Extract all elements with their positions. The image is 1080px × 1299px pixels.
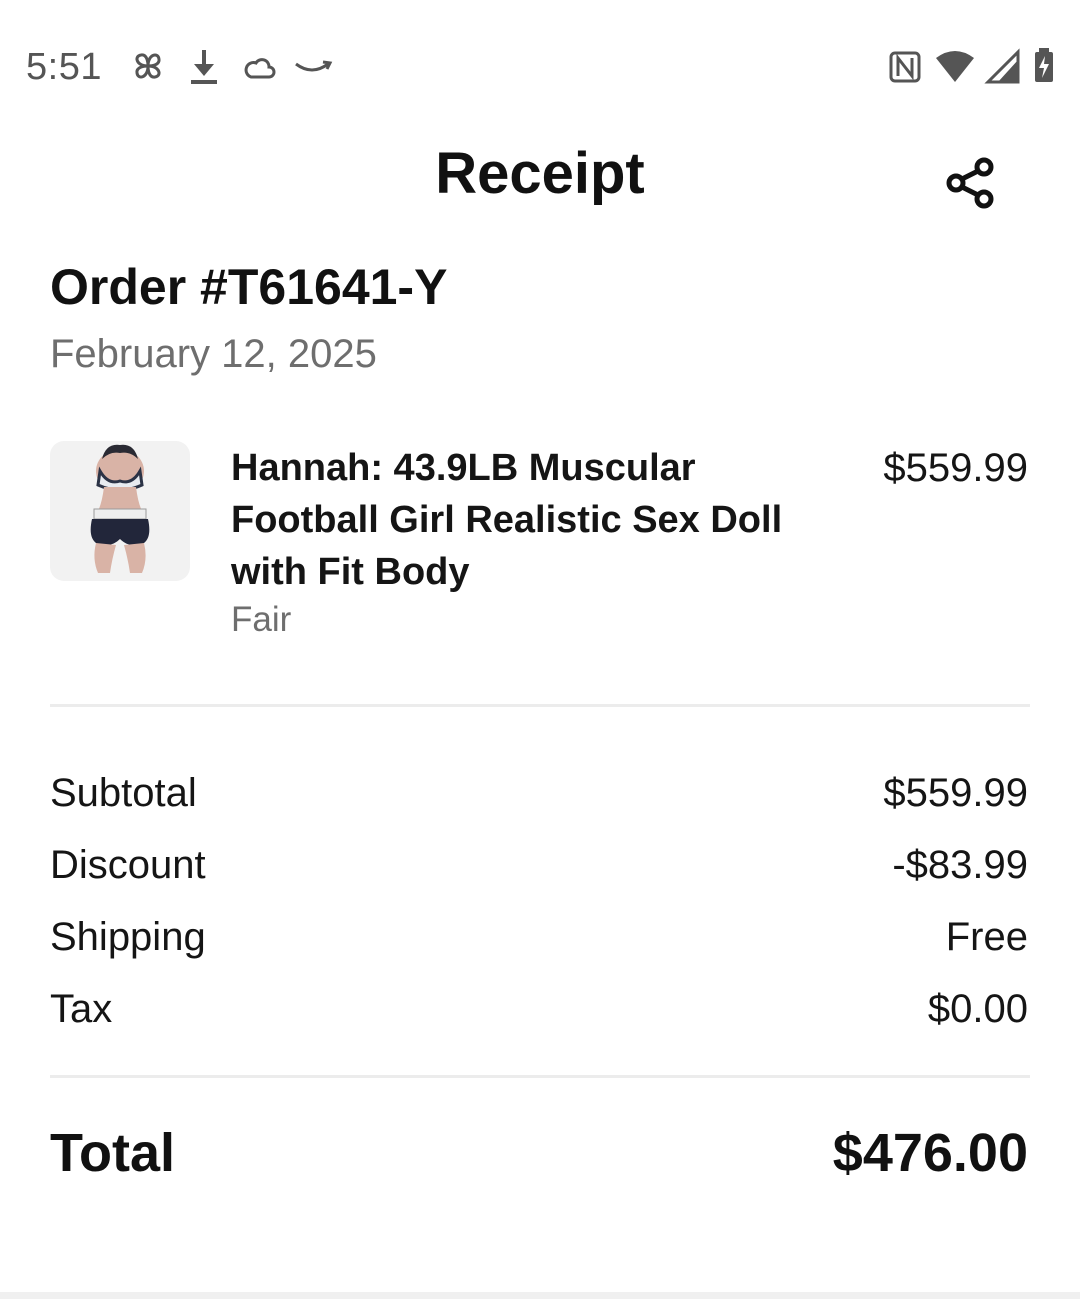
subtotal-value: $559.99 xyxy=(883,771,1028,815)
item-price: $559.99 xyxy=(883,446,1028,490)
total-label: Total xyxy=(50,1123,175,1183)
discount-label: Discount xyxy=(50,843,206,887)
order-number: Order #T61641-Y xyxy=(50,259,448,315)
status-bar: 5:51 xyxy=(0,0,1080,130)
cell-signal-icon xyxy=(984,46,1020,86)
wifi-icon xyxy=(934,46,976,86)
item-condition: Fair xyxy=(231,600,292,639)
shipping-value: Free xyxy=(945,915,1028,959)
divider xyxy=(50,1075,1030,1078)
share-button[interactable] xyxy=(936,152,1006,218)
shipping-label: Shipping xyxy=(50,915,206,959)
bottom-edge xyxy=(0,1292,1080,1299)
tax-label: Tax xyxy=(50,987,113,1031)
subtotal-label: Subtotal xyxy=(50,771,197,815)
item-title[interactable]: Hannah: 43.9LB Muscular Football Girl Re… xyxy=(231,442,831,598)
download-icon xyxy=(188,46,220,86)
amazon-smile-icon xyxy=(292,46,334,86)
total-row: Total $476.00 xyxy=(50,1122,1030,1186)
total-value: $476.00 xyxy=(832,1123,1028,1183)
divider xyxy=(50,704,1030,707)
item-thumbnail[interactable] xyxy=(50,441,190,581)
nfc-icon xyxy=(888,46,922,86)
subtotal-row: Subtotal $559.99 xyxy=(50,771,1030,823)
product-image xyxy=(90,444,150,573)
shipping-row: Shipping Free xyxy=(50,915,1030,967)
tax-row: Tax $0.00 xyxy=(50,987,1030,1039)
status-time: 5:51 xyxy=(26,46,102,88)
discount-row: Discount -$83.99 xyxy=(50,843,1030,895)
page-title: Receipt xyxy=(435,141,645,206)
pinwheel-icon xyxy=(128,46,168,86)
cloud-icon xyxy=(242,46,276,86)
share-icon xyxy=(944,156,998,215)
battery-charging-icon xyxy=(1032,46,1056,86)
discount-value: -$83.99 xyxy=(892,843,1028,887)
tax-value: $0.00 xyxy=(927,987,1028,1031)
order-date: February 12, 2025 xyxy=(50,332,377,376)
